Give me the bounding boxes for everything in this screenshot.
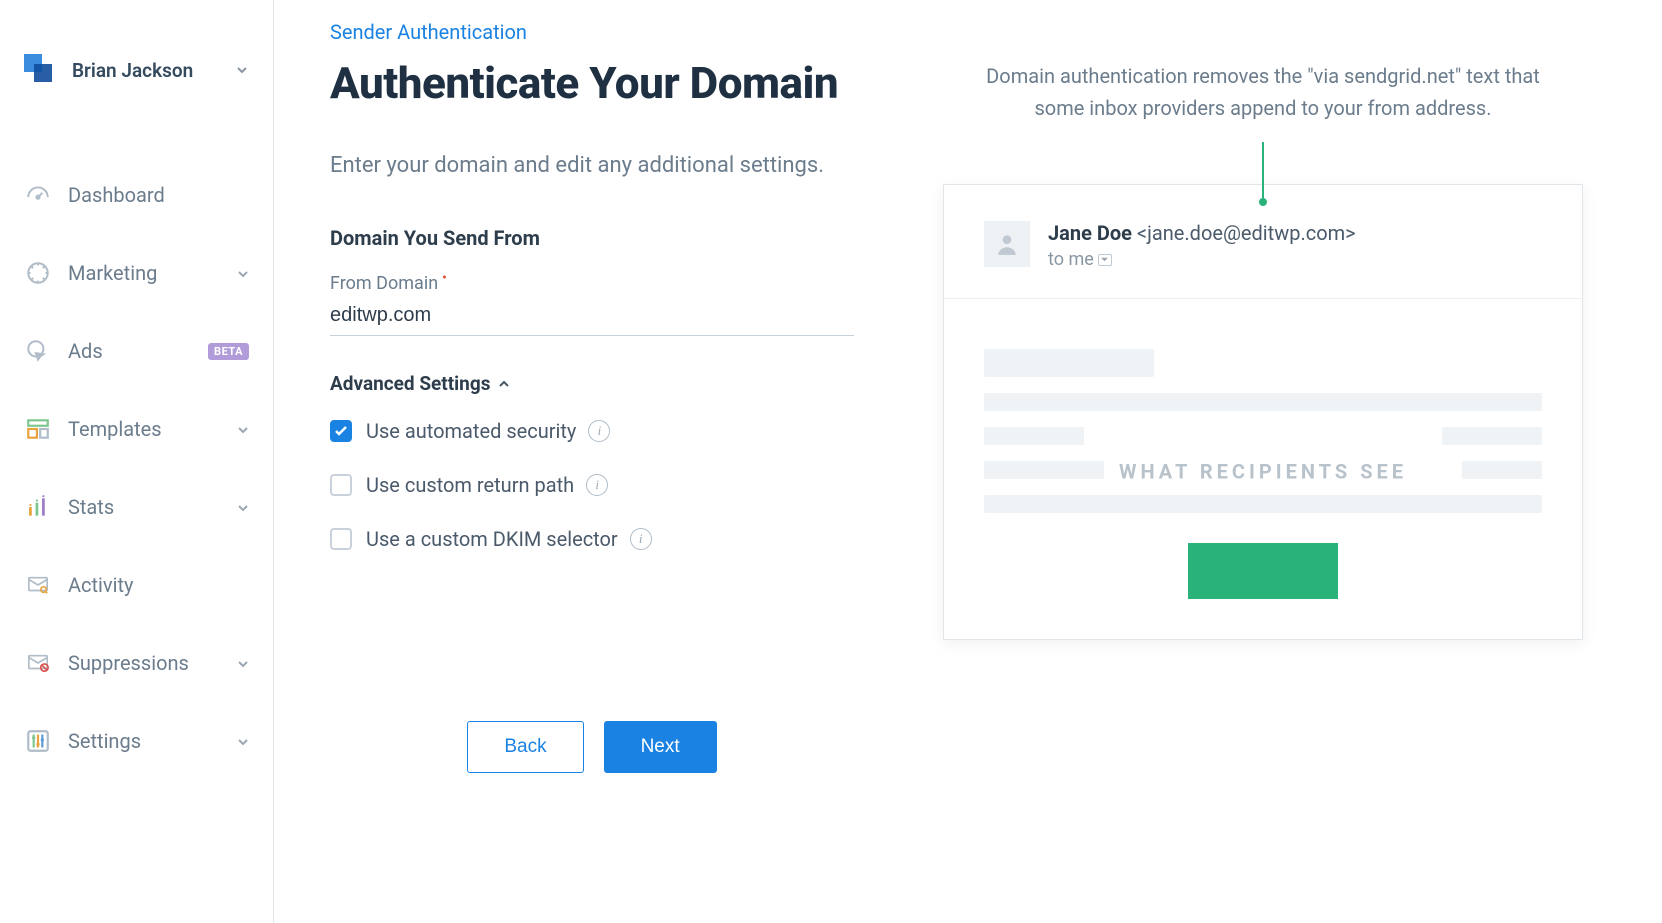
- main-nav: Dashboard Marketing Ads BETA: [0, 116, 273, 780]
- from-domain-input[interactable]: [330, 300, 854, 336]
- sidebar-item-dashboard[interactable]: Dashboard: [0, 156, 273, 234]
- layout-icon: [24, 416, 52, 442]
- info-icon[interactable]: i: [630, 528, 652, 550]
- page-title: Authenticate Your Domain: [330, 58, 854, 109]
- advanced-settings-label: Advanced Settings: [330, 372, 490, 395]
- chevron-down-icon: [237, 729, 249, 753]
- sidebar-item-ads[interactable]: Ads BETA: [0, 312, 273, 390]
- checkbox-label: Use automated security: [366, 419, 576, 443]
- info-icon[interactable]: i: [588, 420, 610, 442]
- sidebar-item-suppressions[interactable]: Suppressions: [0, 624, 273, 702]
- sidebar-item-label: Settings: [68, 729, 237, 753]
- chevron-down-icon: [237, 417, 249, 441]
- email-body: WHAT RECIPIENTS SEE: [944, 299, 1582, 639]
- mail-search-icon: [24, 572, 52, 598]
- sidebar-item-templates[interactable]: Templates: [0, 390, 273, 468]
- gauge-icon: [24, 182, 52, 208]
- email-from-line: Jane Doe <jane.doe@editwp.com>: [1048, 221, 1356, 245]
- info-icon[interactable]: i: [586, 474, 608, 496]
- next-button[interactable]: Next: [604, 721, 717, 773]
- checkbox-custom-dkim[interactable]: [330, 528, 352, 550]
- option-automated-security: Use automated security i: [330, 419, 854, 443]
- from-domain-label: From Domain•: [330, 270, 854, 294]
- sidebar-item-label: Ads: [68, 339, 200, 363]
- breadcrumb[interactable]: Sender Authentication: [330, 20, 854, 44]
- skeleton-line: [984, 461, 1104, 479]
- pointer-line-icon: [1262, 142, 1264, 202]
- email-preview-card: Jane Doe <jane.doe@editwp.com> to me: [943, 184, 1583, 640]
- sidebar-item-stats[interactable]: Stats: [0, 468, 273, 546]
- app-logo-icon: [24, 54, 56, 86]
- cta-button-placeholder: [1188, 543, 1338, 599]
- checkbox-custom-return-path[interactable]: [330, 474, 352, 496]
- sidebar-item-settings[interactable]: Settings: [0, 702, 273, 780]
- sidebar-item-label: Stats: [68, 495, 237, 519]
- sender-email: <jane.doe@editwp.com>: [1137, 221, 1356, 245]
- bar-chart-icon: [24, 494, 52, 520]
- skeleton-line: [984, 495, 1542, 513]
- section-label: Domain You Send From: [330, 226, 854, 250]
- option-custom-dkim: Use a custom DKIM selector i: [330, 527, 854, 551]
- preview-description: Domain authentication removes the "via s…: [963, 60, 1563, 124]
- sidebar-item-marketing[interactable]: Marketing: [0, 234, 273, 312]
- form-column: Sender Authentication Authenticate Your …: [274, 20, 894, 923]
- chevron-down-icon: [235, 63, 249, 77]
- sliders-icon: [24, 728, 52, 754]
- sidebar-item-activity[interactable]: Activity: [0, 546, 273, 624]
- email-to-line: to me: [1048, 249, 1356, 270]
- sidebar-item-label: Templates: [68, 417, 237, 441]
- watermark-text: WHAT RECIPIENTS SEE: [1119, 459, 1407, 483]
- sidebar: Brian Jackson Dashboard Marketing: [0, 0, 274, 923]
- advanced-settings-toggle[interactable]: Advanced Settings: [330, 372, 854, 395]
- avatar-placeholder-icon: [984, 221, 1030, 267]
- checkbox-automated-security[interactable]: [330, 420, 352, 442]
- megaphone-icon: [24, 260, 52, 286]
- beta-badge: BETA: [208, 343, 249, 360]
- sidebar-item-label: Activity: [68, 573, 249, 597]
- skeleton-line: [1442, 427, 1542, 445]
- sidebar-item-label: Suppressions: [68, 651, 237, 675]
- chevron-down-icon: [237, 651, 249, 675]
- user-menu[interactable]: Brian Jackson: [0, 40, 273, 116]
- sidebar-item-label: Dashboard: [68, 183, 249, 207]
- main-content: Sender Authentication Authenticate Your …: [274, 0, 1662, 923]
- back-button[interactable]: Back: [467, 721, 583, 773]
- skeleton-line: [984, 427, 1084, 445]
- required-indicator: •: [442, 270, 447, 286]
- cursor-click-icon: [24, 338, 52, 364]
- option-custom-return-path: Use custom return path i: [330, 473, 854, 497]
- sidebar-item-label: Marketing: [68, 261, 237, 285]
- chevron-down-icon: [237, 261, 249, 285]
- chevron-up-icon: [498, 372, 510, 395]
- skeleton-line: [984, 349, 1154, 377]
- mail-block-icon: [24, 650, 52, 676]
- skeleton-line: [984, 393, 1542, 411]
- dropdown-icon[interactable]: [1098, 254, 1112, 266]
- checkbox-label: Use custom return path: [366, 473, 574, 497]
- preview-column: Domain authentication removes the "via s…: [894, 20, 1662, 923]
- chevron-down-icon: [237, 495, 249, 519]
- instruction-text: Enter your domain and edit any additiona…: [330, 149, 854, 182]
- skeleton-line: [1462, 461, 1542, 479]
- footer-buttons: Back Next: [330, 581, 854, 773]
- sender-name: Jane Doe: [1048, 221, 1132, 245]
- user-name: Brian Jackson: [72, 59, 235, 82]
- checkbox-label: Use a custom DKIM selector: [366, 527, 618, 551]
